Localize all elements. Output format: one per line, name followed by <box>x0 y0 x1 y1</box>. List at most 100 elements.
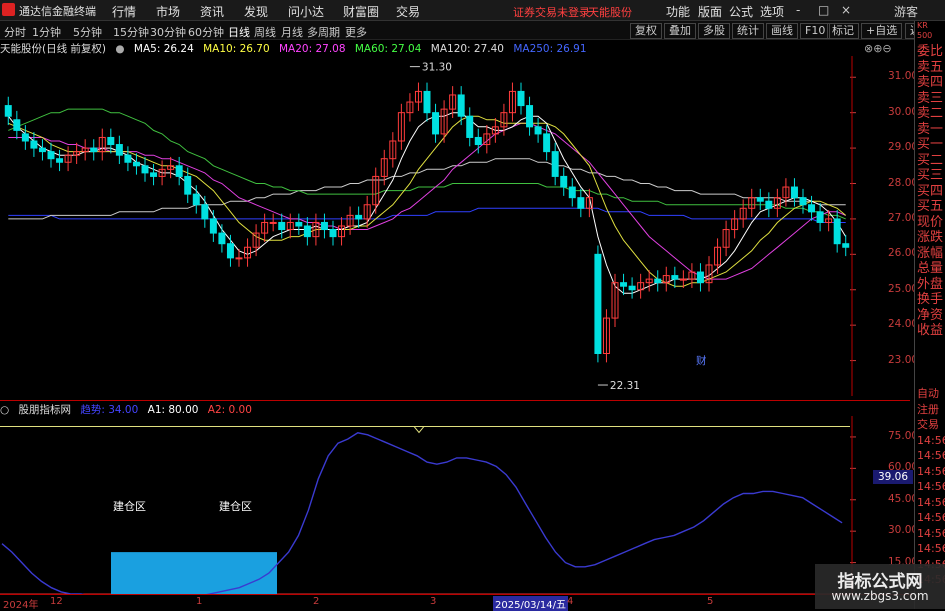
period-30min[interactable]: 30分钟 <box>150 24 186 40</box>
menu-gongshi[interactable]: 公式 <box>729 3 753 20</box>
period-60min[interactable]: 60分钟 <box>188 24 224 40</box>
menu-jiaoyi[interactable]: 交易 <box>396 3 420 20</box>
candle-body <box>295 221 303 227</box>
candle-body <box>132 161 140 167</box>
indicator-legend: ○ 股朋指标网 趋势: 34.00 A1: 80.00 A2: 0.00 <box>0 402 258 416</box>
cai-marker[interactable]: 财 <box>696 354 707 367</box>
legend-dot-icon[interactable]: ● <box>115 43 124 55</box>
menu-gongneng[interactable]: 功能 <box>666 3 690 20</box>
add-watchlist-button[interactable]: +自选 <box>861 23 903 39</box>
f10-button[interactable]: F10 <box>800 23 831 39</box>
menu-banmian[interactable]: 版面 <box>698 3 722 20</box>
tongji-button[interactable]: 统计 <box>732 23 764 39</box>
pane-divider[interactable] <box>0 400 910 401</box>
candle-body <box>526 105 534 128</box>
candle-body <box>654 278 662 284</box>
candle-body <box>218 232 226 245</box>
candle-body <box>671 275 679 280</box>
quote-label-7: 买二 <box>917 152 944 168</box>
candle-body <box>235 257 243 260</box>
indicator-name: 股朋指标网 <box>18 404 72 416</box>
candle-body <box>4 105 12 117</box>
candle-body <box>466 115 474 138</box>
period-daily[interactable]: 日线 <box>228 24 250 40</box>
period-fenshi[interactable]: 分时 <box>4 24 26 40</box>
legend-controls-icon[interactable]: ⊗⊕⊖ <box>864 42 892 55</box>
candle-body <box>90 147 98 153</box>
low-label: 22.31 <box>610 380 640 392</box>
peak-marker <box>413 426 425 434</box>
candle-body <box>679 278 687 281</box>
candlestick-chart[interactable]: 31.30 22.31 财 <box>0 56 912 396</box>
quote-label-17: 净资 <box>917 307 944 323</box>
corner-label: KR 500 <box>917 21 933 40</box>
period-monthly[interactable]: 月线 <box>281 24 303 40</box>
menu-hangqing[interactable]: 行情 <box>112 3 136 20</box>
period-15min[interactable]: 15分钟 <box>113 24 149 40</box>
huaxian-button[interactable]: 画线 <box>766 23 798 39</box>
xaxis-label-4: 3 <box>430 596 437 607</box>
period-1min[interactable]: 1分钟 <box>32 24 61 40</box>
period-weekly[interactable]: 周线 <box>254 24 276 40</box>
tick-item-0: 自动 <box>917 387 939 400</box>
ma250-label: MA250: 26.91 <box>513 43 587 55</box>
trade-login-notice[interactable]: 证券交易未登录 <box>513 4 590 20</box>
xaxis-label-7: 5 <box>707 596 714 607</box>
zone-label-2: 建仓区 <box>219 500 252 513</box>
tick-item-10: 14:56 <box>917 542 945 555</box>
ma5-label: MA5: 26.24 <box>133 43 194 55</box>
watermark-url: www.zbgs3.com <box>831 589 929 603</box>
candle-body <box>560 175 568 188</box>
menu-caifuquan[interactable]: 财富圈 <box>343 3 379 20</box>
ma120-line <box>8 158 846 220</box>
candle-body <box>457 94 465 117</box>
period-more[interactable]: 更多 <box>345 24 367 40</box>
quote-label-4: 卖二 <box>917 106 944 121</box>
candle-body <box>474 136 482 146</box>
duogu-button[interactable]: 多股 <box>698 23 730 39</box>
guest-label[interactable]: 游客 <box>894 3 918 20</box>
a1-value: A1: 80.00 <box>147 404 199 416</box>
quote-label-18: 收益 <box>917 323 944 338</box>
chart-title: 天能股份(日线 前复权) <box>0 43 107 55</box>
biaoji-button[interactable]: 标记 <box>827 23 859 39</box>
candle-body <box>201 204 209 220</box>
menu-faxian[interactable]: 发现 <box>244 3 268 20</box>
stock-name-notice[interactable]: 天能股份 <box>588 4 632 20</box>
period-5min[interactable]: 5分钟 <box>73 24 102 40</box>
menu-zixun[interactable]: 资讯 <box>200 3 224 20</box>
menu-wenxiaoda[interactable]: 问小达 <box>288 3 324 20</box>
fuquan-button[interactable]: 复权 <box>630 23 662 39</box>
indicator-dot-icon[interactable]: ○ <box>0 404 9 416</box>
ma20-label: MA20: 27.08 <box>278 43 346 55</box>
a2-value: A2: 0.00 <box>207 404 252 416</box>
candle-body <box>175 165 183 177</box>
diejia-button[interactable]: 叠加 <box>664 23 696 39</box>
menu-bar: 通达信金融终端 行情 市场 资讯 发现 问小达 财富圈 交易 证券交易未登录 天… <box>0 0 945 21</box>
candle-body <box>278 221 286 231</box>
candle-body <box>150 172 158 177</box>
minimize-icon[interactable]: - <box>796 3 800 17</box>
candle-body <box>808 204 816 213</box>
tick-item-1: 注册 <box>917 402 939 416</box>
candle-body <box>551 151 559 177</box>
maximize-icon[interactable]: □ <box>818 3 829 17</box>
candle-body <box>192 193 200 206</box>
candle-body <box>329 229 337 238</box>
period-toolbar: 分时 1分钟 5分钟 15分钟 30分钟 60分钟 日线 周线 月线 多周期 更… <box>0 21 945 40</box>
menu-shichang[interactable]: 市场 <box>156 3 180 20</box>
tick-item-9: 14:56 <box>917 526 945 540</box>
candle-body <box>765 200 773 209</box>
xaxis-label-1: 12 <box>50 596 63 607</box>
accumulation-zone-box <box>111 552 277 594</box>
candle-body <box>141 165 149 174</box>
trend-value: 趋势: 34.00 <box>80 404 139 416</box>
quote-label-9: 买四 <box>917 183 944 199</box>
candle-body <box>184 175 192 195</box>
high-label: 31.30 <box>422 62 452 74</box>
ma120-label: MA120: 27.40 <box>430 43 504 55</box>
close-icon[interactable]: × <box>841 3 851 17</box>
app-logo-icon <box>2 3 15 16</box>
period-multi[interactable]: 多周期 <box>307 24 340 40</box>
menu-xuanxiang[interactable]: 选项 <box>760 3 784 20</box>
